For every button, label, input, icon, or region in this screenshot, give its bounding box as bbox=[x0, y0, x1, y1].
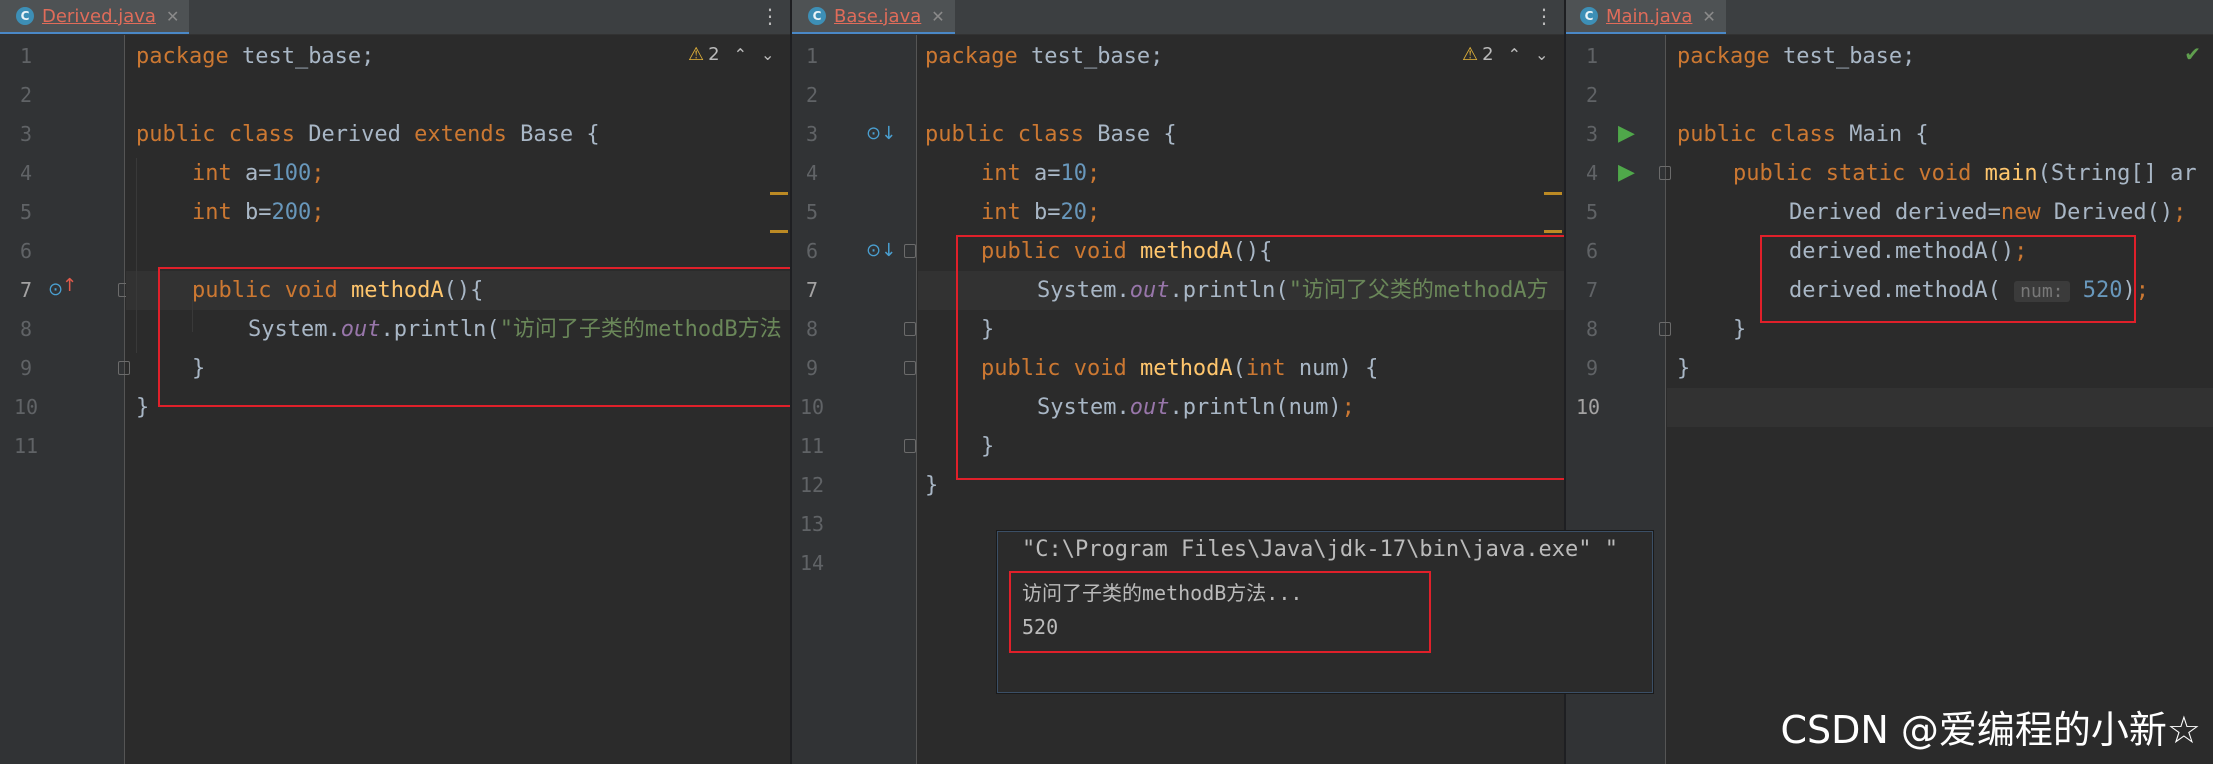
tab-label: Derived.java bbox=[42, 5, 156, 27]
line-number: 2 bbox=[20, 83, 33, 107]
close-icon[interactable]: ✕ bbox=[166, 7, 179, 26]
line-number: 5 bbox=[806, 200, 819, 224]
line-number: 1 bbox=[806, 44, 819, 68]
editor-pane-derived: C Derived.java ✕ ⋮ 1 2 3 4 5 6 7 8 9 10 … bbox=[0, 0, 790, 764]
line-number: 3 bbox=[20, 122, 33, 146]
line-number: 3 bbox=[806, 122, 819, 146]
line-number: 5 bbox=[20, 200, 33, 224]
line-number: 6 bbox=[20, 239, 33, 263]
code-line-1[interactable]: package test_base; bbox=[925, 37, 1564, 76]
tab-bar: C Main.java ✕ bbox=[1566, 0, 2213, 35]
editor-pane-main: C Main.java ✕ 1 2 3 4 5 6 7 8 9 10 ▶ ▶ ✔… bbox=[1566, 0, 2213, 764]
line-number: 4 bbox=[806, 161, 819, 185]
line-number: 10 bbox=[800, 395, 825, 419]
line-number: 9 bbox=[1586, 356, 1599, 380]
gutter: 1 2 3 4 5 6 7 8 9 10 11 ⊙ ↑ bbox=[0, 35, 130, 764]
line-number: 9 bbox=[806, 356, 819, 380]
code-line-4[interactable]: int a=10; bbox=[981, 154, 1564, 193]
more-options-icon[interactable]: ⋮ bbox=[760, 4, 780, 28]
fold-icon[interactable] bbox=[904, 322, 916, 336]
line-number: 4 bbox=[1586, 161, 1599, 185]
line-number: 8 bbox=[20, 317, 33, 341]
code-line-3[interactable]: public class Base { bbox=[925, 115, 1564, 154]
fold-icon[interactable] bbox=[904, 361, 916, 375]
java-class-icon: C bbox=[16, 7, 34, 25]
console-command: "C:\Program Files\Java\jdk-17\bin\java.e… bbox=[1022, 537, 1619, 562]
fold-icon[interactable] bbox=[904, 244, 916, 258]
tab-label: Base.java bbox=[834, 5, 922, 27]
tab-bar: C Derived.java ✕ ⋮ bbox=[0, 0, 790, 35]
indent-guide bbox=[136, 158, 137, 353]
run-icon[interactable]: ▶ bbox=[1618, 121, 1635, 146]
code-line-5[interactable]: int b=200; bbox=[192, 193, 790, 232]
run-console-output: "C:\Program Files\Java\jdk-17\bin\java.e… bbox=[996, 530, 1654, 694]
code-line-1[interactable]: package test_base; bbox=[136, 37, 790, 76]
line-number: 6 bbox=[1586, 239, 1599, 263]
code-line-9[interactable]: } bbox=[1677, 349, 2213, 388]
code-line-1[interactable]: package test_base; bbox=[1677, 37, 2213, 76]
line-number: 9 bbox=[20, 356, 33, 380]
line-number: 1 bbox=[20, 44, 33, 68]
line-number: 10 bbox=[14, 395, 39, 419]
line-number: 8 bbox=[1586, 317, 1599, 341]
fold-icon[interactable] bbox=[1659, 166, 1671, 180]
line-number-current: 7 bbox=[806, 278, 819, 302]
tab-main-java[interactable]: C Main.java ✕ bbox=[1566, 0, 1726, 34]
override-up-arrow-icon[interactable]: ↑ bbox=[62, 275, 77, 296]
line-number: 8 bbox=[806, 317, 819, 341]
tab-derived-java[interactable]: C Derived.java ✕ bbox=[0, 0, 190, 34]
line-number: 14 bbox=[800, 551, 825, 575]
line-number: 11 bbox=[800, 434, 825, 458]
fold-icon[interactable] bbox=[1659, 322, 1671, 336]
line-number: 2 bbox=[1586, 83, 1599, 107]
overridden-down-icon[interactable]: ⊙↓ bbox=[866, 240, 896, 261]
tab-label: Main.java bbox=[1606, 5, 1693, 27]
line-number-current: 10 bbox=[1576, 395, 1601, 419]
run-icon[interactable]: ▶ bbox=[1618, 160, 1635, 185]
java-class-icon: C bbox=[1580, 7, 1598, 25]
code-line-5[interactable]: Derived derived=new Derived(); bbox=[1789, 193, 2213, 232]
more-options-icon[interactable]: ⋮ bbox=[1534, 4, 1554, 28]
current-line-highlight bbox=[1667, 388, 2213, 427]
highlight-box bbox=[956, 235, 1564, 480]
line-number: 5 bbox=[1586, 200, 1599, 224]
tab-base-java[interactable]: C Base.java ✕ bbox=[792, 0, 955, 34]
close-icon[interactable]: ✕ bbox=[931, 7, 944, 26]
tab-bar: C Base.java ✕ ⋮ bbox=[792, 0, 1564, 35]
watermark: CSDN @爱编程的小新☆ bbox=[1780, 708, 2202, 752]
code-line-5[interactable]: int b=20; bbox=[981, 193, 1564, 232]
line-number-current: 7 bbox=[20, 278, 33, 302]
line-number: 11 bbox=[14, 434, 39, 458]
line-number: 13 bbox=[800, 512, 825, 536]
gutter: 1 2 3 4 5 6 7 8 9 10 11 12 13 14 ⊙↓ ⊙↓ bbox=[792, 35, 917, 764]
line-number: 2 bbox=[806, 83, 819, 107]
highlight-box bbox=[158, 267, 790, 407]
line-number: 1 bbox=[1586, 44, 1599, 68]
highlight-box bbox=[1760, 235, 2136, 323]
fold-icon[interactable] bbox=[904, 439, 916, 453]
overrides-icon[interactable]: ⊙ bbox=[48, 279, 63, 300]
fold-icon[interactable] bbox=[118, 361, 130, 375]
line-number: 12 bbox=[800, 473, 825, 497]
line-number: 4 bbox=[20, 161, 33, 185]
code-line-4[interactable]: public static void main(String[] ar bbox=[1733, 154, 2213, 193]
close-icon[interactable]: ✕ bbox=[1702, 7, 1715, 26]
line-number: 7 bbox=[1586, 278, 1599, 302]
line-number: 6 bbox=[806, 239, 819, 263]
java-class-icon: C bbox=[808, 7, 826, 25]
overridden-down-icon[interactable]: ⊙↓ bbox=[866, 123, 896, 144]
highlight-box bbox=[1009, 571, 1431, 653]
code-line-3[interactable]: public class Derived extends Base { bbox=[136, 115, 790, 154]
line-number: 3 bbox=[1586, 122, 1599, 146]
code-line-3[interactable]: public class Main { bbox=[1677, 115, 2213, 154]
code-line-4[interactable]: int a=100; bbox=[192, 154, 790, 193]
